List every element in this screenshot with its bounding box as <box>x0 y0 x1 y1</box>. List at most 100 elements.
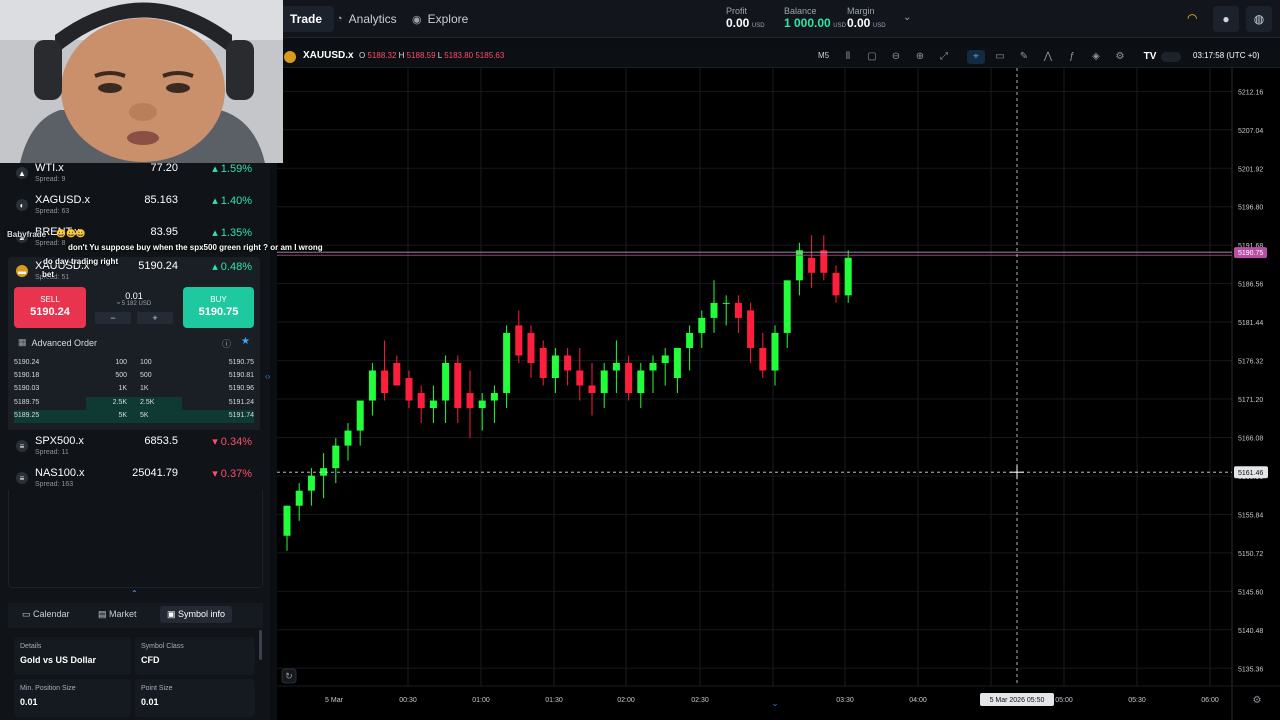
chart-settings-icon: ⚙ <box>1253 695 1262 706</box>
x-tick-label: 00:30 <box>399 697 417 704</box>
indicators-icon[interactable]: ƒ <box>1065 50 1079 64</box>
chart-symbol: XAUUSD.x <box>303 50 354 61</box>
candle-body <box>405 378 413 401</box>
tab-explore[interactable]: ◉ Explore <box>400 6 480 32</box>
zoom-out-icon[interactable]: ⊖ <box>889 50 903 64</box>
cursor-time-label: 5 Mar 2026 05:50 <box>990 697 1045 704</box>
crosshair-icon[interactable]: ⌖ <box>967 50 985 64</box>
symbol-spread: Spread: 9 <box>35 176 66 183</box>
ask-volume: 500 <box>140 372 152 380</box>
quantity-value: 0.01 <box>125 291 143 301</box>
min-position-value: 0.01 <box>20 697 38 707</box>
candle-body <box>515 325 523 356</box>
ask-volume: 100 <box>140 359 152 366</box>
quantity-stepper[interactable]: 0.01 ≈ 5 182 USD − + <box>91 287 177 328</box>
flag-icon: ▬ <box>16 265 28 277</box>
symbol-spread: Spread: 8 <box>35 240 66 247</box>
flag-icon: ▲ <box>16 167 28 179</box>
y-tick-label: 5150.72 <box>1238 551 1263 558</box>
candle-type-icon[interactable]: ⫴ <box>841 50 855 64</box>
settings-gear-icon[interactable]: ⚙ <box>1113 50 1127 64</box>
symbol-change: ▴ 1.35% <box>212 227 252 239</box>
orderbook-row[interactable]: 5189.75 2.5K 2.5K 5191.24 <box>14 396 254 410</box>
ask-volume: 1K <box>140 385 149 393</box>
symbol-change: ▴ 1.40% <box>212 195 252 207</box>
toggle-switch[interactable] <box>1161 52 1181 62</box>
reset-chart-icon-glyph: ↻ <box>285 671 293 681</box>
user-icon[interactable]: ◍ <box>1246 6 1272 32</box>
info-icon[interactable]: ⓘ <box>222 337 231 350</box>
orderbook-row[interactable]: 5190.03 1K 1K 5190.96 <box>14 383 254 396</box>
chat-message: don't Yu suppose buy when the spx500 gre… <box>68 243 323 252</box>
timeframe-selector[interactable]: M5 <box>818 51 829 60</box>
symbol-change: ▾ 0.34% <box>212 436 252 448</box>
star-icon[interactable]: ★ <box>241 336 250 347</box>
expand-icon[interactable]: ⤢ <box>937 50 951 64</box>
orderbook-row[interactable]: 5190.24 100 100 5190.75 <box>14 357 254 370</box>
candle-body <box>576 370 584 386</box>
symbol-name: XAGUSD.x <box>35 194 91 206</box>
candle-body <box>564 355 572 371</box>
ask-price: 5191.74 <box>228 411 254 419</box>
candle-body <box>417 393 425 409</box>
sell-button[interactable]: SELL 5190.24 <box>14 287 86 328</box>
ask-price: 5191.24 <box>228 398 254 406</box>
candle-body <box>527 332 535 363</box>
buy-button[interactable]: BUY 5190.75 <box>183 287 254 328</box>
fullscreen-icon[interactable]: ▢ <box>865 50 879 64</box>
candle-body <box>368 370 376 401</box>
list-item[interactable]: ≡ SPX500.x Spread: 11 6853.5 ▾ 0.34% <box>8 432 260 464</box>
collapse-panel-icon[interactable]: ‹› <box>265 372 270 381</box>
candle-body <box>759 347 767 371</box>
explore-icon: ◉ <box>412 13 422 26</box>
us-flag-icon: ≡ <box>16 440 28 452</box>
symbol-change: ▴ 0.48% <box>212 261 252 273</box>
y-tick-label: 5145.60 <box>1238 589 1263 596</box>
tab-market[interactable]: ▤ Market <box>98 609 137 620</box>
y-tick-label: 5212.16 <box>1238 89 1263 96</box>
x-tick-label: 5 Mar <box>325 697 344 704</box>
tab-analytics[interactable]: ◔ Analytics <box>324 6 409 32</box>
list-item[interactable]: ◐ XAGUSD.x Spread: 63 85.163 ▴ 1.40% <box>8 191 260 223</box>
chevron-down-icon[interactable]: ⌄ <box>903 12 911 23</box>
pencil-icon[interactable]: ✎ <box>1017 50 1031 64</box>
trendline-icon[interactable]: ⋀ <box>1041 50 1055 64</box>
profit-unit: USD <box>751 22 765 29</box>
increase-button[interactable]: + <box>137 312 173 324</box>
orderbook-row[interactable]: 5190.18 500 500 5190.81 <box>14 370 254 383</box>
candle-body <box>820 250 828 273</box>
orderbook-row[interactable]: 5189.25 5K 5K 5191.74 <box>14 409 254 423</box>
y-tick-label: 5207.04 <box>1238 128 1263 135</box>
decrease-button[interactable]: − <box>95 312 131 324</box>
horizontal-line-icon[interactable]: ▭ <box>993 50 1007 64</box>
candle-body <box>734 302 742 318</box>
gold-symbol-icon <box>284 51 296 63</box>
candle-body <box>649 362 657 371</box>
candle-body <box>393 362 401 386</box>
tab-symbol-info[interactable]: ▣ Symbol info <box>160 606 233 623</box>
tab-calendar[interactable]: ▭ Calendar <box>22 609 70 620</box>
bell-icon[interactable]: ● <box>1213 6 1239 32</box>
details-card: Details Gold vs US Dollar <box>14 637 131 675</box>
zoom-in-icon[interactable]: ⊕ <box>913 50 927 64</box>
layers-icon[interactable]: ◈ <box>1089 50 1103 64</box>
price-chart[interactable]: 5212.165207.045201.925196.805191.685186.… <box>277 46 1280 720</box>
list-item[interactable]: ▲ WTI.x Spread: 9 77.20 ▴ 1.59% <box>8 159 260 191</box>
chart-area[interactable]: 5212.16 5207.04 5201.92 5196.80 5191.68 5186.… <box>277 46 1280 720</box>
ask-price: 5190.96 <box>228 385 254 393</box>
candle-body <box>454 362 462 409</box>
scrollbar[interactable] <box>259 630 262 660</box>
x-tick-label: 06:00 <box>1201 697 1219 704</box>
candle-body <box>429 400 437 409</box>
cursor-price-label: 5161.46 <box>1238 470 1263 477</box>
chart-clock: 03:17:58 (UTC +0) <box>1193 51 1260 60</box>
candle-body <box>808 257 816 273</box>
expand-handle-icon[interactable]: ⌃ <box>131 589 138 598</box>
y-tick-label: 5171.20 <box>1238 397 1263 404</box>
advanced-order-toggle[interactable]: ▦ Advanced Order <box>18 337 97 348</box>
candle-body <box>625 362 633 394</box>
candle-body <box>490 393 498 401</box>
chat-emotes-icon: 😀😀😀 <box>56 229 86 238</box>
bottom-tabs: ▭ Calendar ▤ Market ▣ Symbol info <box>8 603 263 628</box>
candle-body <box>783 280 791 333</box>
